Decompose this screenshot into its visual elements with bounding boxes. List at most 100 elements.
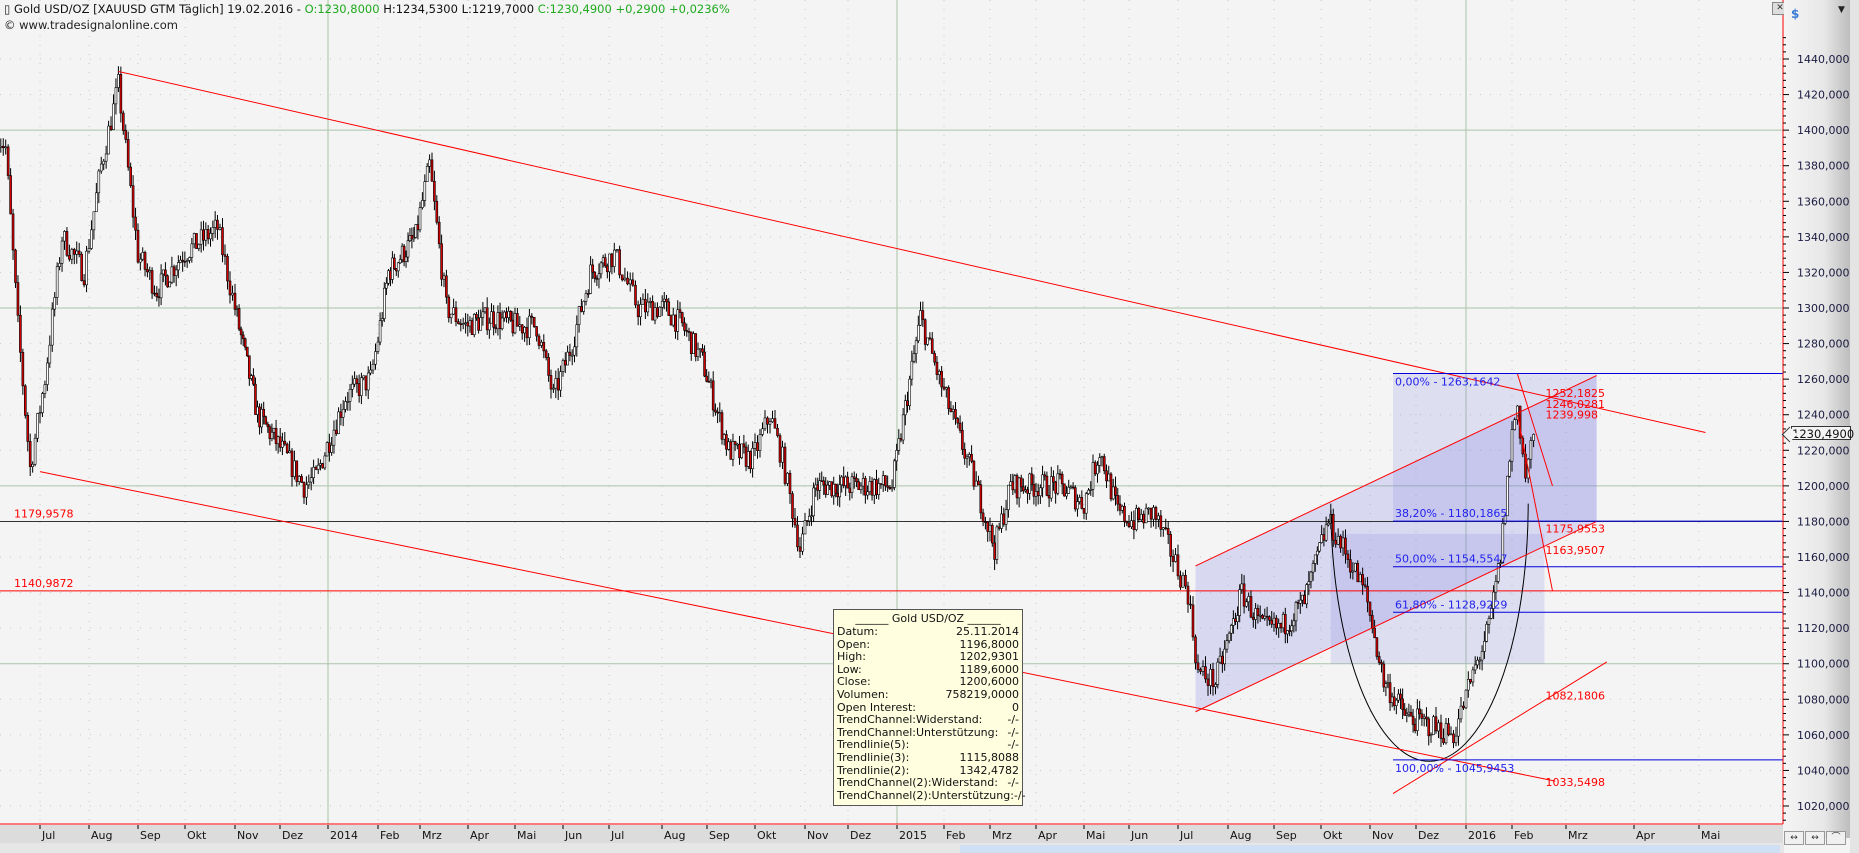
scroll-thumb[interactable] xyxy=(960,845,1780,853)
candle xyxy=(1318,542,1321,552)
candle xyxy=(554,378,558,389)
candle xyxy=(1162,527,1165,530)
candle xyxy=(1229,625,1233,634)
candle xyxy=(1413,724,1417,731)
candle xyxy=(1459,705,1463,720)
candle xyxy=(53,297,57,310)
candle xyxy=(623,277,627,281)
candle xyxy=(168,281,172,288)
candle xyxy=(801,533,804,552)
candle xyxy=(944,387,948,390)
candle xyxy=(535,326,538,337)
candle xyxy=(771,418,774,423)
candle xyxy=(834,483,838,494)
candle xyxy=(1386,682,1390,685)
candle xyxy=(107,125,110,155)
candle xyxy=(1301,594,1304,601)
candle xyxy=(608,253,611,273)
candle xyxy=(523,327,526,334)
candle xyxy=(1382,663,1386,688)
candle xyxy=(818,480,822,491)
low-value: L:1219,7000 xyxy=(461,2,535,16)
curve-button[interactable]: ⌒ xyxy=(1826,831,1846,845)
candle xyxy=(1439,722,1443,739)
candle xyxy=(1429,734,1433,737)
tooltip-row: TrendChannel(2):Widerstand: -/- xyxy=(837,777,1019,790)
candle xyxy=(1186,585,1190,605)
candle xyxy=(505,311,508,318)
candle xyxy=(406,240,410,258)
candle xyxy=(738,443,741,459)
candle xyxy=(366,372,370,391)
candle xyxy=(95,192,98,213)
candle xyxy=(1056,473,1060,494)
candle xyxy=(218,227,222,230)
candle xyxy=(648,301,652,303)
candle xyxy=(1462,705,1465,709)
quote-date: 19.02.2016 - xyxy=(227,2,301,16)
candle xyxy=(1132,520,1136,530)
candle xyxy=(1152,507,1155,520)
candle xyxy=(589,264,592,294)
candle xyxy=(1199,669,1202,672)
candle xyxy=(440,243,443,280)
candle xyxy=(181,259,184,262)
horizontal-scrollbar[interactable] xyxy=(0,843,1784,853)
dropdown-arrow-icon[interactable]: ▼ xyxy=(1838,5,1845,15)
candle xyxy=(104,153,108,162)
candle xyxy=(1041,474,1044,489)
candle xyxy=(1275,617,1278,629)
candle xyxy=(749,451,752,470)
price-axis[interactable] xyxy=(1784,0,1850,838)
candle xyxy=(177,262,180,271)
candle xyxy=(870,481,874,496)
candle xyxy=(494,327,498,330)
price-label: 1163,9507 xyxy=(1545,544,1605,557)
time-label: Mai xyxy=(517,829,536,842)
candle xyxy=(518,324,522,327)
candle xyxy=(1232,618,1235,626)
fit-horizontal-button[interactable]: ↔ xyxy=(1784,831,1804,845)
candle xyxy=(838,484,842,498)
candle xyxy=(886,485,889,488)
candle xyxy=(899,438,903,441)
candle xyxy=(369,369,372,374)
candle xyxy=(1380,662,1383,665)
candle xyxy=(330,444,333,453)
candle xyxy=(1305,584,1308,605)
candle xyxy=(561,360,565,372)
candle xyxy=(906,400,909,406)
candle xyxy=(1473,664,1477,671)
candle xyxy=(662,298,666,302)
candle xyxy=(970,454,973,462)
candle xyxy=(466,322,470,327)
candle xyxy=(1107,473,1111,482)
candle xyxy=(285,443,289,454)
candle xyxy=(586,293,590,295)
candle xyxy=(1346,553,1350,560)
candle xyxy=(1236,615,1239,622)
candle xyxy=(351,383,354,390)
candle xyxy=(195,233,198,249)
candle xyxy=(357,383,361,396)
candle xyxy=(1261,614,1264,619)
time-label: Apr xyxy=(1636,829,1656,842)
time-label: Mrz xyxy=(1568,829,1588,842)
candle xyxy=(475,314,478,319)
candle xyxy=(1420,713,1424,719)
candle xyxy=(595,277,599,280)
candle xyxy=(1358,574,1362,583)
candle xyxy=(243,338,247,348)
horizontal-level-label: 1140,9872 xyxy=(14,577,74,590)
candle xyxy=(300,476,303,483)
candle xyxy=(1399,693,1402,700)
candle xyxy=(685,330,689,332)
candle xyxy=(1277,623,1280,629)
candle xyxy=(159,273,163,299)
candle xyxy=(237,308,241,330)
time-label: Sep xyxy=(709,829,730,842)
time-label: Okt xyxy=(1323,829,1343,842)
candle xyxy=(188,257,191,261)
scale-horizontal-button[interactable]: ↔ xyxy=(1805,831,1825,845)
time-label: Sep xyxy=(140,829,161,842)
